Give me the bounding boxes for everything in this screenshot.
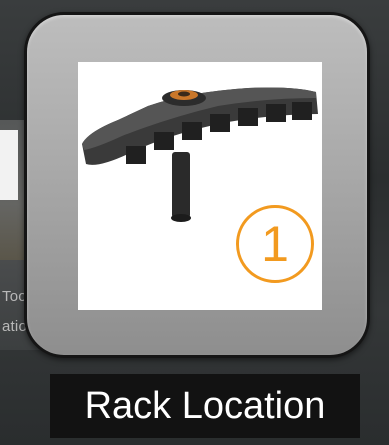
- background-tile-image-edge: [0, 130, 18, 200]
- card-caption: Rack Location: [50, 374, 360, 438]
- location-number-badge: 1: [236, 205, 314, 283]
